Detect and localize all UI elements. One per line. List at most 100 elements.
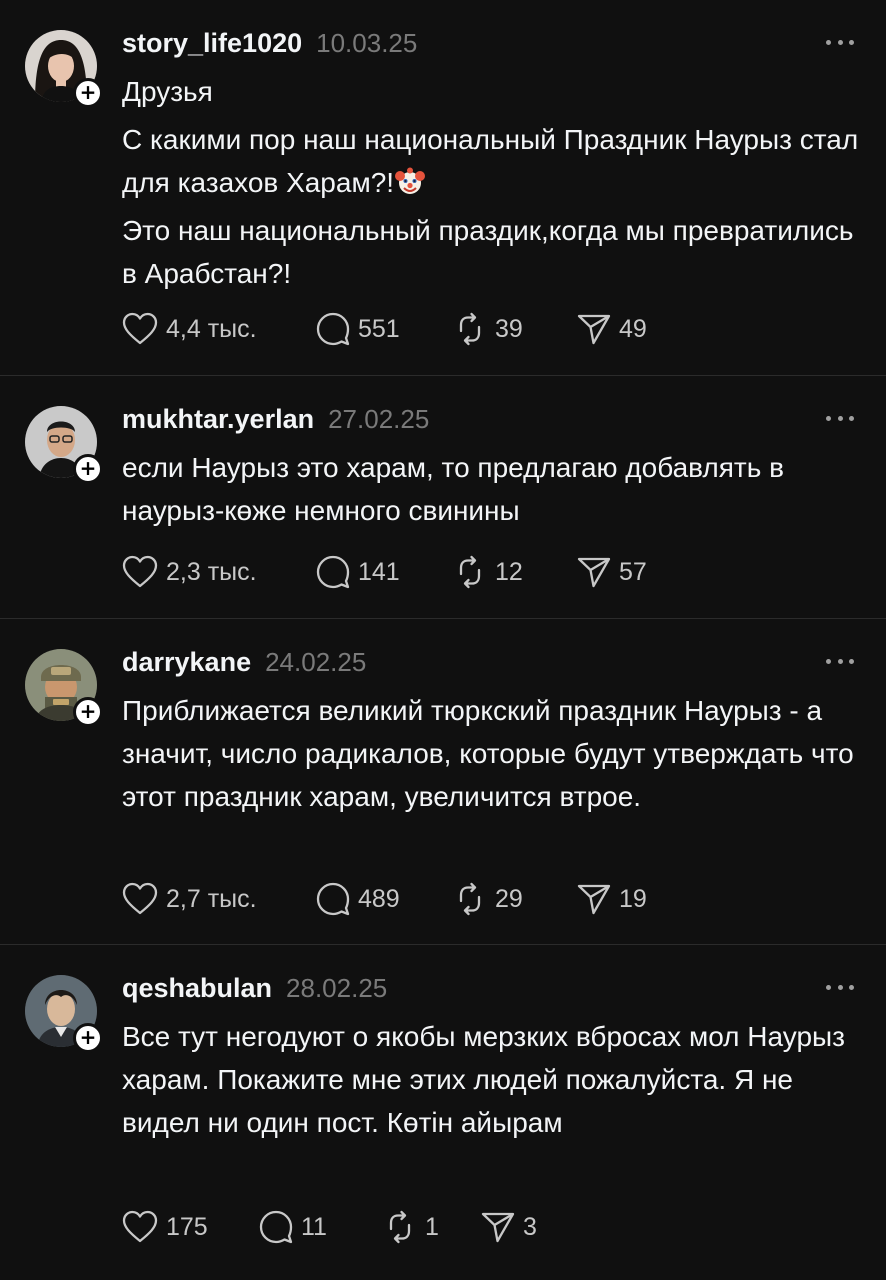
- comment-button[interactable]: 141: [316, 555, 453, 589]
- share-button[interactable]: 19: [577, 882, 647, 916]
- post-date: 24.02.25: [265, 647, 367, 677]
- heart-icon: [122, 1210, 158, 1243]
- avatar-container[interactable]: +: [25, 649, 103, 727]
- like-count: 2,3 тыс.: [166, 557, 257, 586]
- post-header: darrykane 24.02.25: [122, 647, 366, 687]
- plus-icon: +: [79, 699, 97, 723]
- repost-icon: [459, 312, 481, 346]
- plus-icon: +: [79, 80, 97, 104]
- share-count: 49: [619, 314, 647, 343]
- post-paragraph: Друзья: [122, 76, 213, 107]
- repost-button[interactable]: 39: [453, 312, 577, 346]
- more-options-button[interactable]: [826, 412, 854, 424]
- post-paragraph: Это наш национальный праздик,когда мы пр…: [122, 215, 854, 289]
- comment-bubble-icon: [316, 555, 350, 589]
- username[interactable]: qeshabulan: [122, 973, 272, 1004]
- share-button[interactable]: 3: [481, 1210, 537, 1244]
- paper-plane-icon: [481, 1212, 515, 1243]
- action-bar: 2,3 тыс. 141 12 57: [122, 552, 647, 592]
- comment-bubble-icon: [316, 882, 350, 916]
- like-count: 2,7 тыс.: [166, 884, 257, 913]
- comment-bubble-icon: [259, 1210, 293, 1244]
- more-horizontal-icon: [826, 415, 831, 421]
- comment-count: 141: [358, 557, 400, 586]
- comment-count: 551: [358, 314, 400, 343]
- like-button[interactable]: 4,4 тыс.: [122, 312, 316, 346]
- comment-button[interactable]: 11: [259, 1210, 383, 1244]
- like-button[interactable]: 2,3 тыс.: [122, 555, 316, 589]
- comment-button[interactable]: 489: [316, 882, 453, 916]
- post-paragraph: Все тут негодуют о якобы мерзких вбросах…: [122, 1021, 845, 1138]
- repost-icon: [389, 1210, 411, 1244]
- follow-button[interactable]: +: [73, 1023, 103, 1053]
- more-options-button[interactable]: [826, 981, 854, 993]
- repost-count: 12: [495, 557, 523, 586]
- avatar-container[interactable]: +: [25, 406, 103, 484]
- post-date: 28.02.25: [286, 973, 388, 1003]
- post-paragraph: С какими пор наш национальный Праздник Н…: [122, 124, 859, 198]
- share-button[interactable]: 57: [577, 555, 647, 589]
- follow-button[interactable]: +: [73, 454, 103, 484]
- comment-bubble-icon: [316, 312, 350, 346]
- repost-button[interactable]: 12: [453, 555, 577, 589]
- more-horizontal-icon: [826, 658, 831, 664]
- like-button[interactable]: 175: [122, 1210, 259, 1244]
- more-options-button[interactable]: [826, 655, 854, 667]
- post-date: 10.03.25: [316, 28, 418, 58]
- plus-icon: +: [79, 456, 97, 480]
- post-date: 27.02.25: [328, 404, 430, 434]
- repost-count: 39: [495, 314, 523, 343]
- repost-count: 1: [425, 1212, 439, 1241]
- post-header: story_life1020 10.03.25: [122, 28, 417, 68]
- action-bar: 175 11 1 3: [122, 1207, 537, 1247]
- like-count: 4,4 тыс.: [166, 314, 257, 343]
- post-header: qeshabulan 28.02.25: [122, 973, 387, 1013]
- like-button[interactable]: 2,7 тыс.: [122, 882, 316, 916]
- clown-face-emoji: [395, 166, 426, 196]
- avatar-container[interactable]: +: [25, 30, 103, 108]
- more-horizontal-icon: [826, 39, 831, 45]
- follow-button[interactable]: +: [73, 697, 103, 727]
- comment-count: 489: [358, 884, 400, 913]
- post: + darrykane 24.02.25 Приближается велики…: [0, 619, 886, 945]
- post-text: Все тут негодуют о якобы мерзких вбросах…: [122, 1015, 862, 1144]
- heart-icon: [122, 312, 158, 345]
- threads-feed: + story_life1020 10.03.25 Друзья С каким…: [0, 0, 886, 1280]
- heart-icon: [122, 555, 158, 588]
- repost-icon: [459, 555, 481, 589]
- post-text: если Наурыз это харам, то предлагаю доба…: [122, 446, 862, 532]
- post: + mukhtar.yerlan 27.02.25 если Наурыз эт…: [0, 376, 886, 619]
- like-count: 175: [166, 1212, 208, 1241]
- post-header: mukhtar.yerlan 27.02.25: [122, 404, 429, 444]
- avatar-container[interactable]: +: [25, 975, 103, 1053]
- post-paragraph: Приближается великий тюркский праздник Н…: [122, 695, 854, 812]
- action-bar: 4,4 тыс. 551 39 49: [122, 309, 647, 349]
- paper-plane-icon: [577, 884, 611, 915]
- repost-button[interactable]: 1: [383, 1210, 481, 1244]
- share-count: 3: [523, 1212, 537, 1241]
- more-options-button[interactable]: [826, 36, 854, 48]
- post: + qeshabulan 28.02.25 Все тут негодуют о…: [0, 945, 886, 1280]
- username[interactable]: mukhtar.yerlan: [122, 404, 314, 435]
- share-button[interactable]: 49: [577, 312, 647, 346]
- username[interactable]: darrykane: [122, 647, 251, 678]
- post-paragraph: если Наурыз это харам, то предлагаю доба…: [122, 452, 784, 526]
- more-horizontal-icon: [826, 984, 831, 990]
- post: + story_life1020 10.03.25 Друзья С каким…: [0, 0, 886, 376]
- post-text: Приближается великий тюркский праздник Н…: [122, 689, 862, 818]
- share-count: 57: [619, 557, 647, 586]
- plus-icon: +: [79, 1025, 97, 1049]
- post-text: Друзья С какими пор наш национальный Пра…: [122, 70, 862, 295]
- comment-count: 11: [301, 1212, 327, 1241]
- paper-plane-icon: [577, 557, 611, 588]
- follow-button[interactable]: +: [73, 78, 103, 108]
- repost-button[interactable]: 29: [453, 882, 577, 916]
- comment-button[interactable]: 551: [316, 312, 453, 346]
- share-count: 19: [619, 884, 647, 913]
- action-bar: 2,7 тыс. 489 29 19: [122, 879, 647, 919]
- heart-icon: [122, 882, 158, 915]
- repost-count: 29: [495, 884, 523, 913]
- username[interactable]: story_life1020: [122, 28, 302, 59]
- paper-plane-icon: [577, 314, 611, 345]
- repost-icon: [459, 882, 481, 916]
